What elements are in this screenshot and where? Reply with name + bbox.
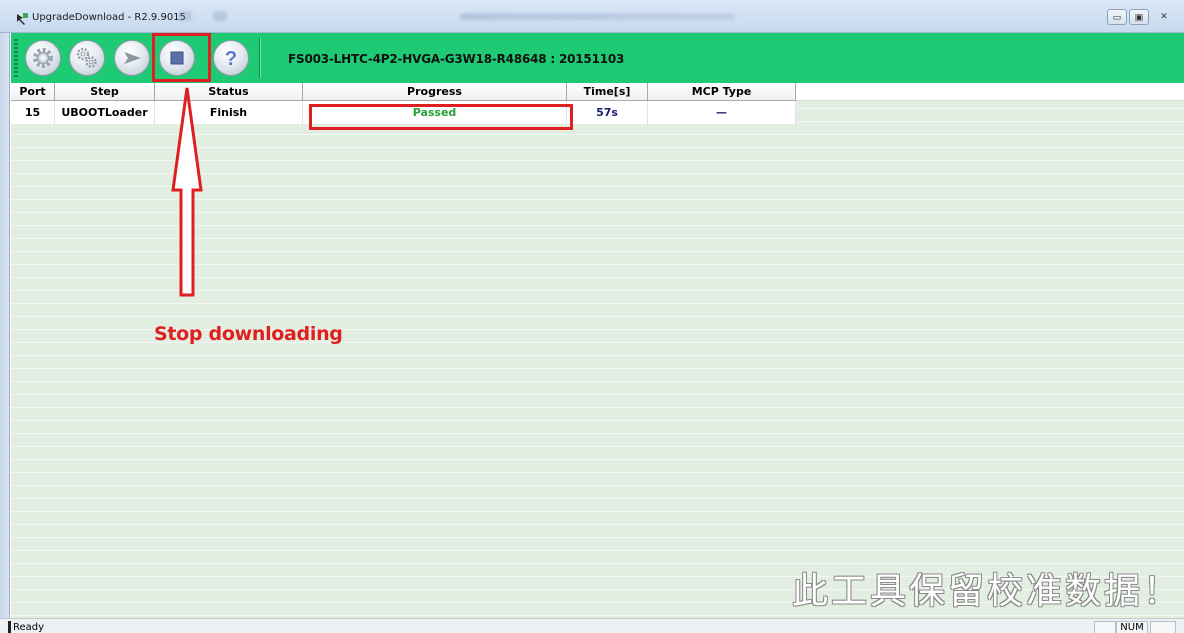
status-indicator-num: NUM xyxy=(1116,621,1148,633)
blurred-document-title xyxy=(460,13,735,20)
cell-port[interactable]: 15 xyxy=(11,101,55,124)
title-bar: UpgradeDownload - R2.9.9015 ▭ ▣ ✕ xyxy=(0,0,1184,33)
cell-mcp-type[interactable]: — xyxy=(648,101,796,124)
start-button[interactable] xyxy=(114,40,150,76)
status-text: Ready xyxy=(13,622,45,633)
gear-icon xyxy=(33,48,53,68)
window-title: UpgradeDownload - R2.9.9015 xyxy=(32,12,186,23)
cell-time[interactable]: 57s xyxy=(567,101,648,124)
stop-button-highlight xyxy=(152,33,211,82)
header-time[interactable]: Time[s] xyxy=(567,83,648,101)
header-progress[interactable]: Progress xyxy=(303,83,567,101)
annotation-label: Stop downloading xyxy=(154,323,343,345)
status-bar: Ready NUM xyxy=(0,618,1184,633)
toolbar-grip[interactable] xyxy=(14,39,18,77)
cell-status[interactable]: Finish xyxy=(155,101,303,124)
settings-button[interactable] xyxy=(25,40,61,76)
watermark-text: 此工具保留校准数据！ xyxy=(791,571,1182,612)
header-step[interactable]: Step xyxy=(55,83,155,101)
header-filler xyxy=(796,83,1184,101)
help-icon: ? xyxy=(225,48,237,70)
quicklaunch-blur xyxy=(213,11,227,21)
minimize-button[interactable]: ▭ xyxy=(1107,9,1127,25)
header-status[interactable]: Status xyxy=(155,83,303,101)
status-indicator-caps xyxy=(1094,621,1116,633)
progress-highlight xyxy=(309,104,573,130)
header-mcp-type[interactable]: MCP Type xyxy=(648,83,796,101)
quicklaunch-blur xyxy=(178,11,192,21)
gears-icon xyxy=(76,47,97,68)
port-grid: Port Step Status Progress Time[s] MCP Ty… xyxy=(11,83,1184,618)
status-grip xyxy=(8,621,11,633)
status-indicator-scroll xyxy=(1150,621,1176,633)
firmware-label: FS003-LHTC-4P2-HVGA-G3W18-R48648 : 20151… xyxy=(288,52,625,66)
help-button[interactable]: ? xyxy=(213,40,249,76)
window-left-border xyxy=(0,33,10,618)
close-button[interactable]: ✕ xyxy=(1154,9,1174,25)
header-port[interactable]: Port xyxy=(11,83,55,101)
toolbar-separator xyxy=(259,38,261,78)
app-icon xyxy=(17,13,28,25)
svg-text:?: ? xyxy=(225,48,237,70)
play-arrow-icon xyxy=(124,52,141,64)
port-settings-button[interactable] xyxy=(69,40,105,76)
maximize-button[interactable]: ▣ xyxy=(1129,9,1149,25)
cell-step[interactable]: UBOOTLoader xyxy=(55,101,155,124)
